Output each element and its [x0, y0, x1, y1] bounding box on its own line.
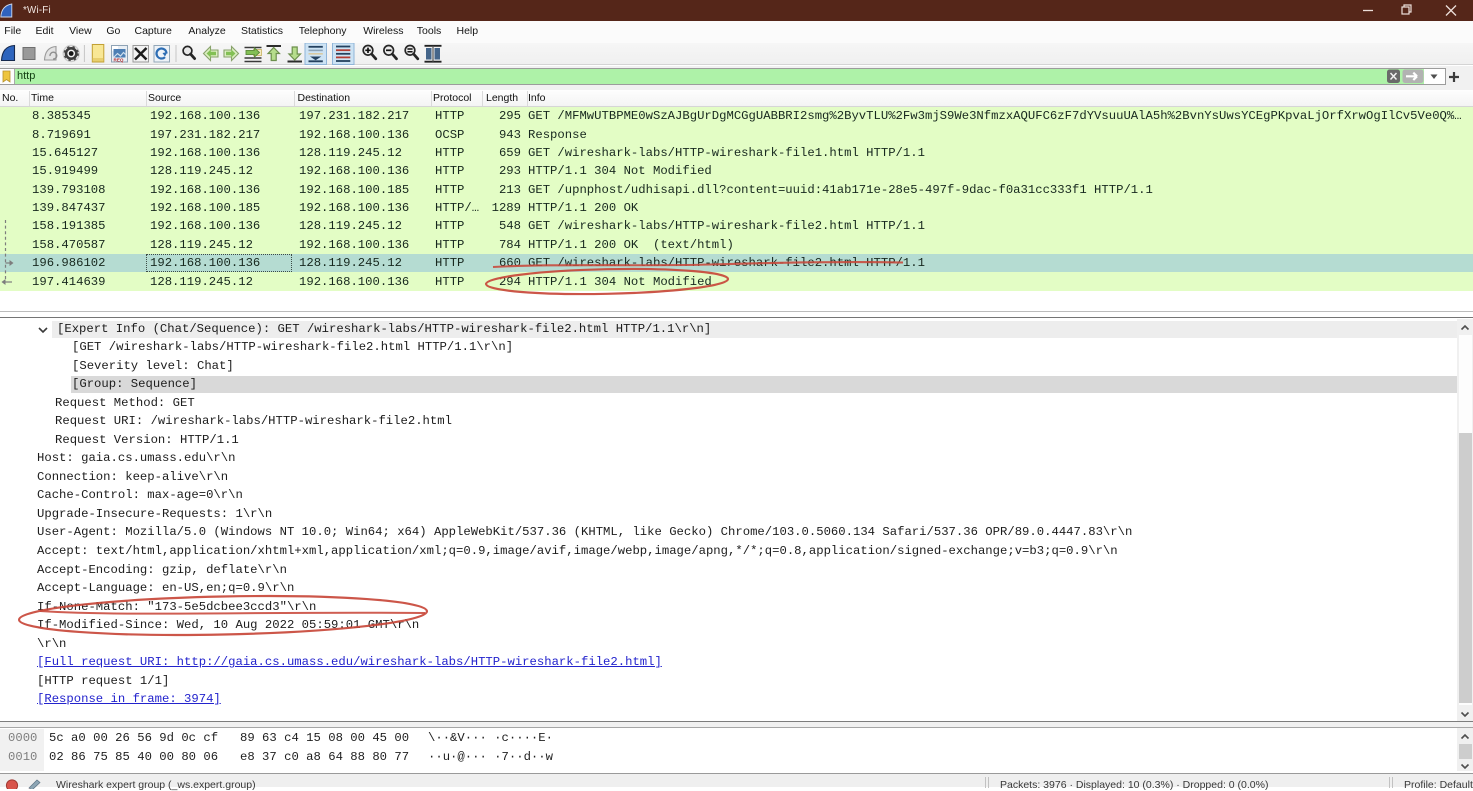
svg-text:REQ: REQ: [114, 57, 124, 62]
